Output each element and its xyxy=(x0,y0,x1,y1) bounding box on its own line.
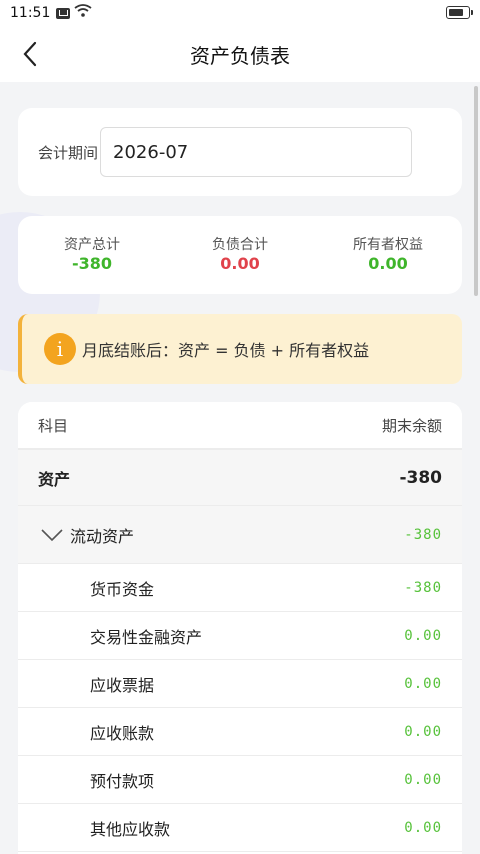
summary-value: -380 xyxy=(71,254,113,273)
status-time: 11:51 xyxy=(10,5,51,21)
group-row-assets: 资产 -380 xyxy=(18,450,462,506)
wifi-icon xyxy=(74,4,92,22)
header-balance: 期末余额 xyxy=(381,416,442,435)
row-value: 0.00 xyxy=(404,819,442,836)
table-row: 其他应收款 0.00 xyxy=(18,804,462,852)
summary-owner-equity: 所有者权益 0.00 xyxy=(314,236,462,274)
summary-card: 资产总计 -380 负债合计 0.00 所有者权益 0.00 xyxy=(18,216,462,294)
header-subject: 科目 xyxy=(38,416,69,435)
balance-table: 科目 期末余额 资产 -380 流动资产 -380 货币资金 -380 交易性金… xyxy=(18,402,462,854)
period-card: 会计期间 2026-07 xyxy=(18,108,462,196)
summary-value: 0.00 xyxy=(368,254,408,273)
subgroup-name: 流动资产 xyxy=(70,526,135,546)
chevron-left-icon xyxy=(23,41,37,67)
row-value: 0.00 xyxy=(404,771,442,788)
scrollbar[interactable] xyxy=(474,86,478,296)
subgroup-row-current-assets[interactable]: 流动资产 -380 xyxy=(18,506,462,564)
summary-label: 资产总计 xyxy=(64,237,120,253)
row-name: 应收账款 xyxy=(90,723,155,743)
period-input[interactable]: 2026-07 xyxy=(100,127,413,177)
back-button[interactable] xyxy=(14,38,46,70)
summary-total-liabilities: 负债合计 0.00 xyxy=(166,236,314,274)
page-title: 资产负债表 xyxy=(190,43,290,68)
table-row: 货币资金 -380 xyxy=(18,564,462,612)
message-icon xyxy=(56,7,71,19)
summary-label: 所有者权益 xyxy=(353,237,423,253)
group-value: -380 xyxy=(399,467,442,488)
summary-value: 0.00 xyxy=(220,254,260,273)
period-label: 会计期间 xyxy=(38,143,99,162)
notice-text: 月底结账后：资产 = 负债 + 所有者权益 xyxy=(82,341,370,360)
scroll-content[interactable]: 会计期间 2026-07 资产总计 -380 负债合计 0.00 所有者权益 0… xyxy=(0,82,480,854)
summary-total-assets: 资产总计 -380 xyxy=(18,236,166,274)
table-row: 交易性金融资产 0.00 xyxy=(18,612,462,660)
summary-label: 负债合计 xyxy=(212,237,268,253)
status-bar: 11:51 xyxy=(0,0,480,26)
info-icon: i xyxy=(44,333,76,365)
row-name: 预付款项 xyxy=(90,771,155,791)
row-name: 应收票据 xyxy=(90,675,155,695)
table-header: 科目 期末余额 xyxy=(18,402,462,450)
row-name: 交易性金融资产 xyxy=(90,627,203,647)
chevron-down-icon xyxy=(41,528,63,541)
notice-banner: i 月底结账后：资产 = 负债 + 所有者权益 xyxy=(18,314,462,384)
row-name: 货币资金 xyxy=(90,579,155,599)
battery-icon xyxy=(446,6,473,19)
row-value: 0.00 xyxy=(404,627,442,644)
group-name: 资产 xyxy=(38,469,71,489)
table-row: 预付款项 0.00 xyxy=(18,756,462,804)
nav-bar: 资产负债表 xyxy=(0,26,480,82)
table-row: 应收账款 0.00 xyxy=(18,708,462,756)
row-value: 0.00 xyxy=(404,723,442,740)
row-value: 0.00 xyxy=(404,675,442,692)
row-name: 其他应收款 xyxy=(90,819,171,839)
row-value: -380 xyxy=(404,579,442,596)
table-row: 应收票据 0.00 xyxy=(18,660,462,708)
subgroup-value: -380 xyxy=(404,526,442,543)
